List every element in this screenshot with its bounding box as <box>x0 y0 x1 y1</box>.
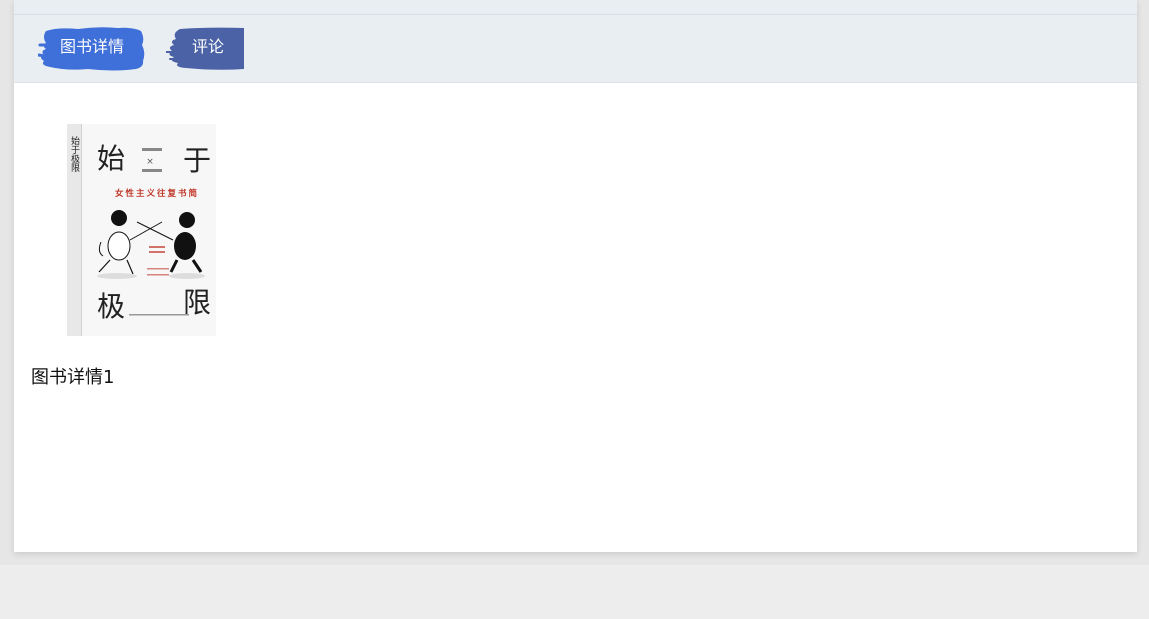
tab-comments-label: 评论 <box>191 37 224 56</box>
book-detail-text: 图书详情1 <box>31 367 115 388</box>
spine-title: 始于极限 <box>69 135 80 173</box>
svg-text:于: 于 <box>183 144 211 177</box>
svg-text:×: × <box>146 157 154 167</box>
svg-text:始: 始 <box>97 142 125 175</box>
svg-text:女性主义往复书简: 女性主义往复书简 <box>115 188 199 199</box>
tab-bar: 图书详情 评论 <box>14 15 1137 83</box>
tab-book-details-label: 图书详情 <box>59 37 124 56</box>
svg-text:极: 极 <box>97 290 125 323</box>
tab-comments[interactable]: 评论 <box>166 25 246 71</box>
top-strip <box>14 0 1137 15</box>
content-card: 图书详情 评论 始于极限 始 于 极 限 × 女性主义往复书简 图书详情1 <box>14 0 1137 552</box>
page-background: 图书详情 评论 始于极限 始 于 极 限 × 女性主义往复书简 图书详情1 <box>0 0 1149 565</box>
book-cover-image: 始于极限 始 于 极 限 × 女性主义往复书简 <box>67 124 216 336</box>
tab-book-details[interactable]: 图书详情 <box>38 25 148 71</box>
